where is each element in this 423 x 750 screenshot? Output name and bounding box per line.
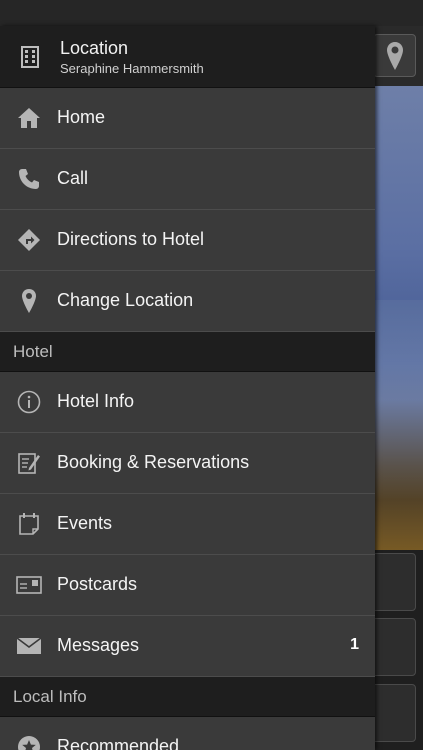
menu-item-events[interactable]: Events	[0, 494, 375, 555]
navigation-drawer: Location Seraphine Hammersmith Home Call…	[0, 26, 375, 750]
menu-item-home[interactable]: Home	[0, 88, 375, 149]
menu-item-label: Home	[57, 107, 106, 127]
unread-count-badge: 1	[350, 636, 359, 653]
menu-item-label: Recommended	[57, 736, 180, 750]
section-header-hotel: Hotel	[0, 332, 375, 372]
home-icon	[16, 105, 42, 131]
menu-item-label: Booking & Reservations	[57, 452, 250, 472]
menu-item-label: Change Location	[57, 290, 194, 310]
postcard-icon	[16, 572, 42, 598]
section-header-local-info: Local Info	[0, 677, 375, 717]
location-header[interactable]: Location Seraphine Hammersmith	[0, 26, 375, 88]
menu-item-change-location[interactable]: Change Location	[0, 271, 375, 332]
menu-item-call[interactable]: Call	[0, 149, 375, 210]
location-subtitle: Seraphine Hammersmith	[60, 61, 204, 76]
calendar-icon	[16, 511, 42, 537]
status-bar	[0, 0, 423, 26]
section-label: Hotel	[13, 342, 53, 361]
map-pin-icon	[386, 41, 403, 70]
section-label: Local Info	[13, 687, 87, 706]
menu-item-label: Events	[57, 513, 113, 533]
phone-icon	[16, 166, 42, 192]
map-pin-icon	[16, 288, 42, 314]
menu-item-messages[interactable]: Messages 1	[0, 616, 375, 677]
menu-item-directions[interactable]: Directions to Hotel	[0, 210, 375, 271]
menu-item-postcards[interactable]: Postcards	[0, 555, 375, 616]
menu-item-label: Hotel Info	[57, 391, 135, 411]
hero-building	[375, 300, 423, 550]
menu-item-label: Messages	[57, 635, 140, 655]
directions-icon	[16, 227, 42, 253]
menu-item-recommended[interactable]: Recommended	[0, 717, 375, 750]
menu-item-booking[interactable]: Booking & Reservations	[0, 433, 375, 494]
map-button[interactable]	[373, 34, 416, 77]
mail-icon	[16, 633, 42, 659]
menu-item-hotel-info[interactable]: Hotel Info	[0, 372, 375, 433]
edit-icon	[16, 450, 42, 476]
menu-item-label: Directions to Hotel	[57, 229, 205, 249]
location-title: Location	[60, 38, 129, 58]
menu-item-label: Postcards	[57, 574, 138, 594]
info-icon	[16, 389, 42, 415]
star-icon	[16, 734, 42, 750]
building-icon	[21, 46, 39, 68]
menu-item-label: Call	[57, 168, 89, 188]
